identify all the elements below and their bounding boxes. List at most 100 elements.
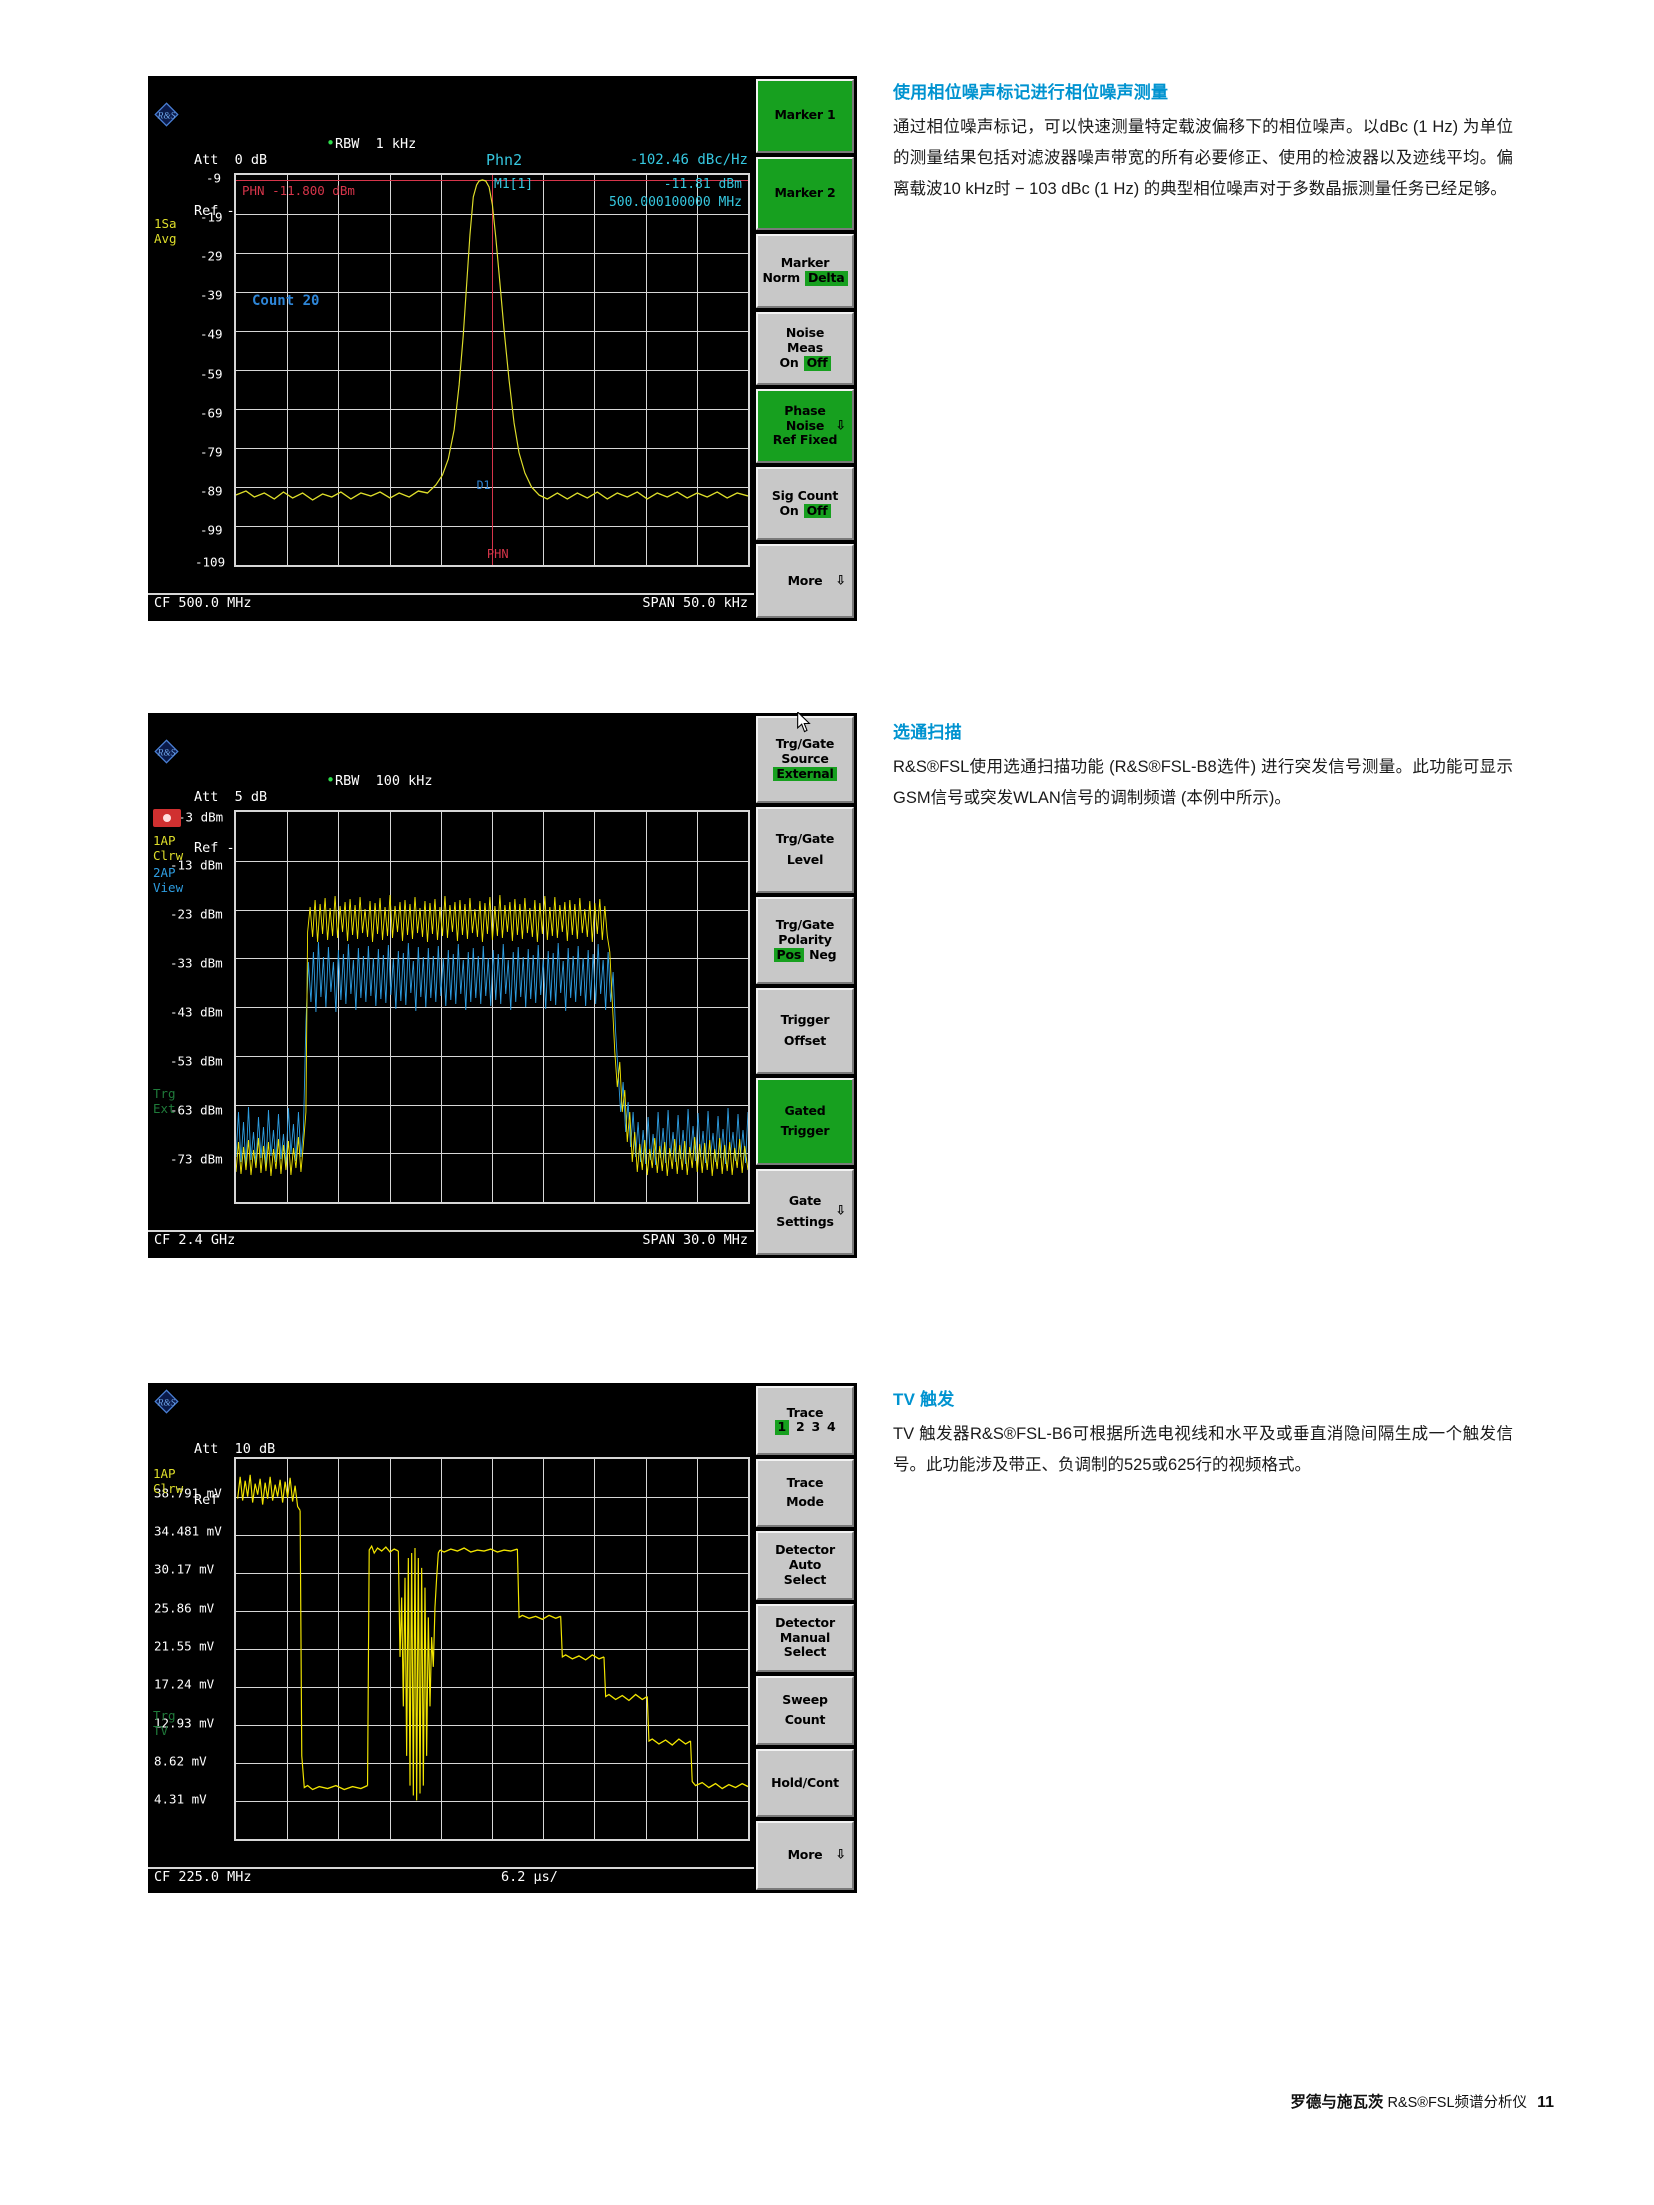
y-axis-label: -59 [200,366,223,382]
y-axis-label: -79 [200,444,223,460]
section-body: 通过相位噪声标记，可以快速测量特定载波偏移下的相位噪声。以dBc (1 Hz) … [893,118,1513,198]
y-axis-label: -63 dBm [170,1102,223,1118]
softkey-value[interactable]: External [773,766,837,782]
center-frequency-label: CF 500.0 MHz [154,595,252,611]
rbw-value: RBW 100 kHz [335,773,433,789]
section-heading: 选通扫描 [893,723,962,742]
time-per-div-label: 6.2 µs/ [501,1869,558,1885]
trace-1-option[interactable]: 1 [774,1420,789,1436]
softkey-toggle-on[interactable]: Delta [804,270,848,286]
softkey-sig-count[interactable]: Sig Count On Off [756,466,854,541]
softkey-toggle-on[interactable]: Off [803,503,831,519]
marker-function-label: Phn2 [486,151,523,169]
screen-footer: CF 2.4 GHz SPAN 30.0 MHz [148,1230,754,1258]
softkey-noise-meas[interactable]: Noise Meas On Off [756,311,854,386]
softkey-label: Trg/Gate [775,917,835,933]
softkey-toggle-neg[interactable]: Neg [809,947,836,963]
softkey-sweep-count[interactable]: Sweep Count [756,1676,854,1745]
softkey-menu-trigger[interactable]: Trg/Gate Source External Trg/Gate Level … [754,712,857,1258]
softkey-trigger-offset[interactable]: Trigger Offset [756,987,854,1074]
softkey-trg-gate-source[interactable]: Trg/Gate Source External [756,712,854,803]
softkey-label: Noise [785,325,825,341]
softkey-label: Mode [786,1494,824,1510]
y-axis-label: 30.17 mV [154,1561,215,1577]
softkey-label: Gated [784,1102,826,1118]
count-label: Count 20 [252,293,320,309]
phn-marker-label: PHN [486,547,509,561]
mouse-cursor-icon [797,712,812,733]
trace-4-option[interactable]: 4 [827,1420,836,1435]
section-body: TV 触发器R&S®FSL-B6可根据所选电视线和水平及或垂直消隐间隔生成一个触… [893,1425,1513,1474]
y-axis-label: -3 dBm [178,809,224,825]
softkey-trg-gate-level[interactable]: Trg/Gate Level [756,806,854,893]
softkey-more[interactable]: More ⇩ [756,544,854,619]
softkey-toggle-on[interactable]: Off [803,355,831,371]
softkey-label: Select [783,1644,827,1660]
chevron-down-icon: ⇩ [835,418,846,434]
softkey-label: Marker 1 [774,107,836,123]
svg-text:R&S: R&S [157,1398,176,1408]
marker1-label: M1[1] [494,177,534,192]
softkey-toggle-off[interactable]: On [779,503,798,519]
spectrum-graph[interactable]: PHN -11.800 dBm M1[1] -11.81 dBm 500.000… [234,173,750,567]
softkey-label: Settings [776,1213,834,1229]
att-value: Att 5 dB [194,789,268,805]
softkey-detector-manual-select[interactable]: Detector Manual Select [756,1603,854,1673]
softkey-label: Marker [780,255,830,271]
section-heading: 使用相位噪声标记进行相位噪声测量 [893,83,1169,102]
trace-1-gated-curve [236,894,748,1177]
instrument-screen-gated-sweep[interactable]: R&S Att 5 dB Ref -3.0 dBm •RBW 100 kHz V… [148,712,857,1258]
softkey-trace-select[interactable]: Trace 1 2 3 4 [756,1386,854,1455]
tv-video-waveform [237,1474,748,1801]
rohde-schwarz-logo-icon: R&S [154,102,179,127]
trace-3-option[interactable]: 3 [812,1420,821,1435]
softkey-label: Select [783,1571,827,1587]
text-column-gated-sweep: 选通扫描 R&S®FSL使用选通扫描功能 (R&S®FSL-B8选件) 进行突发… [893,718,1513,814]
softkey-detector-auto-select[interactable]: Detector Auto Select [756,1531,854,1600]
marker1-frequency: 500.000100000 MHz [608,195,742,210]
softkey-trg-gate-polarity[interactable]: Trg/Gate Polarity Pos Neg [756,897,854,984]
softkey-marker-norm-delta[interactable]: Marker Norm Delta [756,234,854,308]
softkey-label: Marker 2 [774,184,836,200]
rbw-indicator-icon: • [326,134,336,152]
softkey-menu-marker[interactable]: Marker 1 Marker 2 Marker Norm Delta Nois… [754,76,857,621]
softkey-label: Sig Count [771,487,839,503]
softkey-hold-cont[interactable]: Hold/Cont [756,1748,854,1818]
trace-2-option[interactable]: 2 [796,1420,805,1435]
softkey-toggle-off[interactable]: On [779,355,798,371]
zero-span-graph[interactable] [234,1457,750,1841]
softkey-toggle-pos[interactable]: Pos [773,947,805,963]
span-label: SPAN 50.0 kHz [642,595,748,611]
instrument-screen-tv-trigger[interactable]: R&S Att 10 dB Ref 43.1 mV •SWT 62µs [148,1383,857,1893]
spectrum-graph[interactable] [234,810,750,1204]
status-led-icon [153,809,181,827]
softkey-label: Hold/Cont [771,1774,839,1790]
footer-brand: 罗德与施瓦茨 [1290,2094,1384,2111]
softkey-label: Ref Fixed [772,432,838,448]
softkey-label: Noise [785,417,825,433]
screen-footer: CF 225.0 MHz 6.2 µs/ [148,1867,754,1893]
text-column-tv-trigger: TV 触发 TV 触发器R&S®FSL-B6可根据所选电视线和水平及或垂直消隐间… [893,1385,1513,1481]
y-axis-label: -43 dBm [170,1004,223,1020]
trace-1-annotation: 1AP Clrw [153,833,184,863]
softkey-toggle-off[interactable]: Norm [762,270,800,286]
softkey-more[interactable]: More ⇩ [756,1821,854,1891]
softkey-label: Level [786,851,824,867]
softkey-marker-2[interactable]: Marker 2 [756,156,854,231]
y-axis-label: -109 [195,554,226,570]
softkey-trace-mode[interactable]: Trace Mode [756,1458,854,1528]
section-body: R&S®FSL使用选通扫描功能 (R&S®FSL-B8选件) 进行突发信号测量。… [893,758,1513,807]
chevron-down-icon: ⇩ [835,1204,846,1220]
instrument-screen-phase-noise[interactable]: R&S Att 0 dB Ref -9.0 dBm •RBW 1 kHz VBW… [148,76,857,621]
softkey-menu-trace[interactable]: Trace 1 2 3 4 Trace Mode Detector Auto S… [754,1383,857,1893]
screen-display-area: R&S Att 0 dB Ref -9.0 dBm •RBW 1 kHz VBW… [148,76,754,621]
trigger-annotation: Trg Ext [153,1086,176,1116]
svg-text:R&S: R&S [157,111,176,121]
softkey-marker-1[interactable]: Marker 1 [756,79,854,153]
softkey-gate-settings[interactable]: Gate Settings ⇩ [756,1168,854,1255]
y-axis-label: 25.86 mV [154,1600,215,1616]
softkey-gated-trigger[interactable]: Gated Trigger [756,1078,854,1165]
screen-display-area: R&S Att 10 dB Ref 43.1 mV •SWT 62µs [148,1383,754,1893]
softkey-phase-noise-ref-fixed[interactable]: Phase Noise Ref Fixed ⇩ [756,389,854,463]
section-heading: TV 触发 [893,1390,955,1409]
